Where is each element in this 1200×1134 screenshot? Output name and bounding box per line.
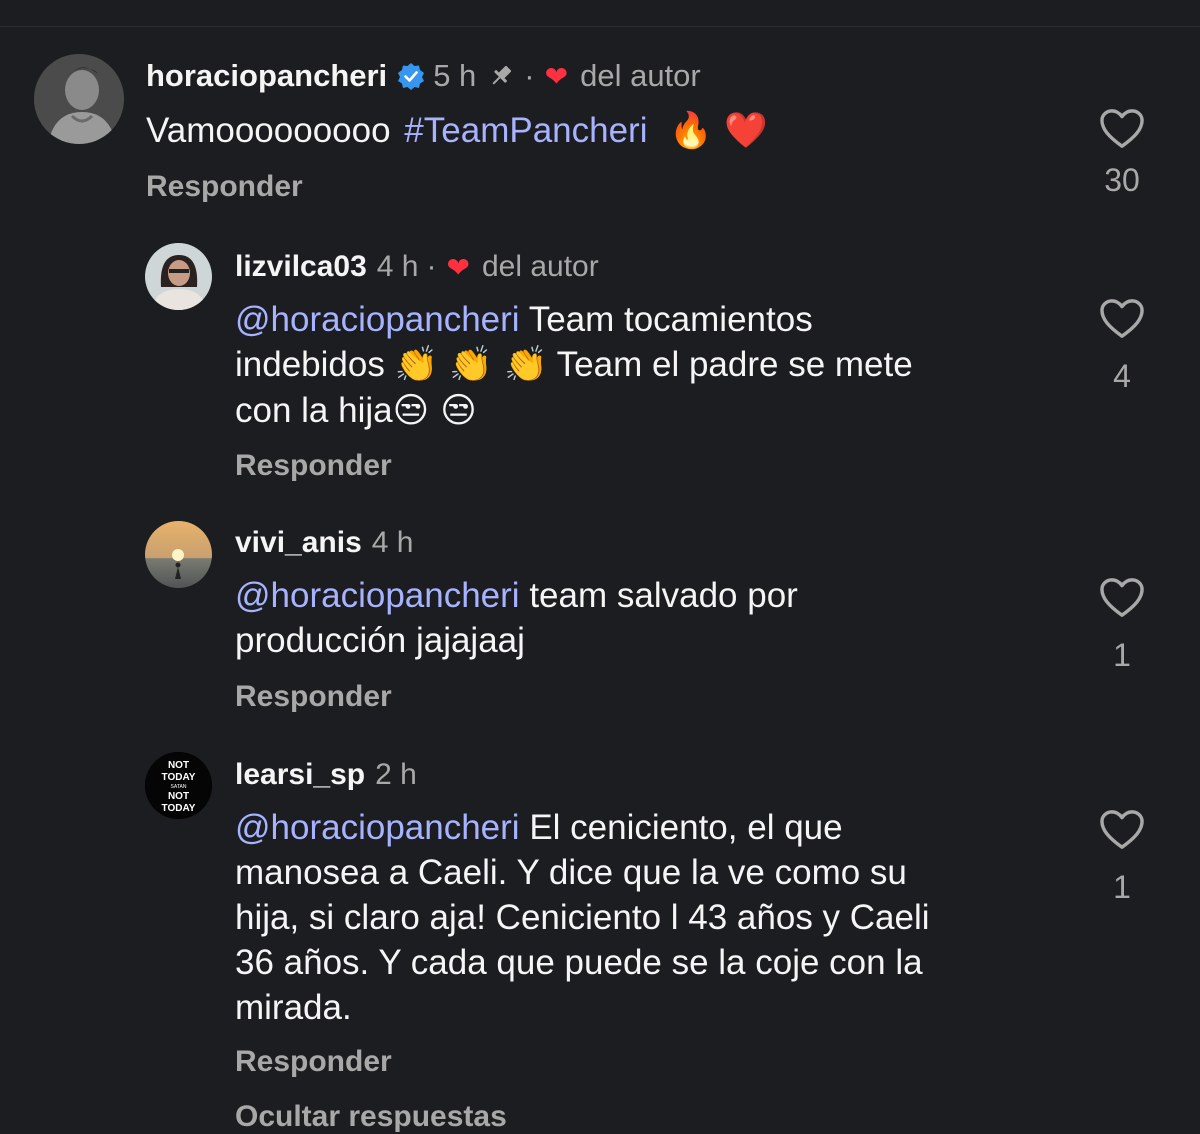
like-button[interactable]: 4 bbox=[1092, 298, 1152, 395]
heart-outline-icon bbox=[1100, 810, 1144, 849]
like-button[interactable]: 1 bbox=[1092, 577, 1152, 674]
comment-line-4: 36 años. Y cada que puede se la coje con… bbox=[235, 943, 923, 982]
heart-outline-icon bbox=[1100, 109, 1144, 148]
pin-icon bbox=[486, 61, 516, 91]
comment-line-1: team salvado por bbox=[529, 576, 798, 615]
comment-text: @horaciopancheri Team tocamientos indebi… bbox=[235, 297, 913, 434]
timestamp: 4 h bbox=[371, 526, 414, 559]
avatar[interactable] bbox=[145, 521, 212, 588]
like-count: 1 bbox=[1113, 637, 1131, 673]
comment-line-1: El ceniciento, el que bbox=[529, 808, 843, 847]
unamused-emojis: 😒 😒 bbox=[392, 391, 477, 431]
comment-header: learsi_sp 2 h bbox=[235, 755, 417, 795]
like-count: 1 bbox=[1113, 869, 1131, 905]
avatar-text-2: TODAY bbox=[162, 772, 196, 783]
comment-text: Vamooooooooo #TeamPancheri 🔥 ❤️ bbox=[146, 106, 768, 156]
like-count: 4 bbox=[1113, 358, 1131, 394]
like-button[interactable]: 1 bbox=[1092, 809, 1152, 906]
verified-badge-icon bbox=[397, 62, 425, 90]
comment-line-2: producción jajajaaj bbox=[235, 621, 525, 660]
separator-dot: · bbox=[524, 58, 535, 93]
top-divider bbox=[0, 0, 1200, 27]
timestamp: 2 h bbox=[375, 758, 417, 791]
liked-by-author-label: del autor bbox=[580, 58, 701, 93]
reply-button[interactable]: Responder bbox=[235, 1045, 392, 1079]
timestamp: 4 h bbox=[376, 250, 419, 283]
heart-outline-icon bbox=[1100, 299, 1144, 338]
author-heart-icon: ❤ bbox=[446, 251, 470, 283]
comment-text: @horaciopancheri El ceniciento, el que m… bbox=[235, 805, 930, 1030]
reply-button[interactable]: Responder bbox=[146, 170, 303, 204]
comment-line-1: Team tocamientos bbox=[528, 300, 813, 339]
separator-dot: · bbox=[426, 250, 437, 283]
heart-outline-icon bbox=[1100, 578, 1144, 617]
mention-link[interactable]: @horaciopancheri bbox=[235, 576, 520, 615]
like-count: 30 bbox=[1104, 162, 1140, 198]
username[interactable]: learsi_sp bbox=[235, 758, 365, 792]
avatar[interactable] bbox=[34, 54, 124, 144]
reply-button[interactable]: Responder bbox=[235, 680, 392, 714]
mention-link[interactable]: @horaciopancheri bbox=[235, 300, 520, 339]
avatar-text-3: SATAN bbox=[171, 784, 187, 790]
comment-line-4: con la hija bbox=[235, 391, 393, 430]
username[interactable]: lizvilca03 bbox=[235, 250, 367, 284]
like-button[interactable]: 30 bbox=[1092, 108, 1152, 199]
comment-text-plain: Vamooooooooo bbox=[146, 111, 391, 150]
hide-replies-button[interactable]: Ocultar respuestas bbox=[235, 1100, 507, 1134]
avatar-text-5: TODAY bbox=[162, 803, 196, 814]
username[interactable]: horaciopancheri bbox=[146, 58, 387, 94]
avatar-text-1: NOT bbox=[168, 760, 189, 771]
clap-emojis: 👏 👏 👏 bbox=[394, 345, 548, 385]
comment-line-5: mirada. bbox=[235, 988, 352, 1027]
hashtag-link[interactable]: #TeamPancheri bbox=[404, 111, 647, 150]
comment-line-2: indebidos bbox=[235, 345, 385, 384]
fire-heart-emojis: 🔥 ❤️ bbox=[669, 111, 768, 151]
comment-text: @horaciopancheri team salvado por produc… bbox=[235, 573, 798, 663]
comment-header: vivi_anis 4 h bbox=[235, 523, 413, 563]
avatar[interactable] bbox=[145, 243, 212, 310]
comment-line-2: manosea a Caeli. Y dice que la ve como s… bbox=[235, 853, 907, 892]
comment-line-3: Team el padre se mete bbox=[556, 345, 913, 384]
comment-header: horaciopancheri 5 h · ❤ del autor bbox=[146, 56, 701, 96]
reply-button[interactable]: Responder bbox=[235, 449, 392, 483]
comment-line-3: hija, si claro aja! Ceniciento l 43 años… bbox=[235, 898, 930, 937]
author-heart-icon: ❤ bbox=[544, 60, 569, 92]
avatar[interactable]: NOT TODAY SATAN NOT TODAY bbox=[145, 752, 212, 819]
username[interactable]: vivi_anis bbox=[235, 526, 362, 560]
comment-header: lizvilca03 4 h · ❤ del autor bbox=[235, 247, 599, 287]
avatar-text-4: NOT bbox=[168, 791, 189, 802]
timestamp: 5 h bbox=[433, 58, 477, 93]
mention-link[interactable]: @horaciopancheri bbox=[235, 808, 520, 847]
liked-by-author-label: del autor bbox=[481, 250, 599, 283]
